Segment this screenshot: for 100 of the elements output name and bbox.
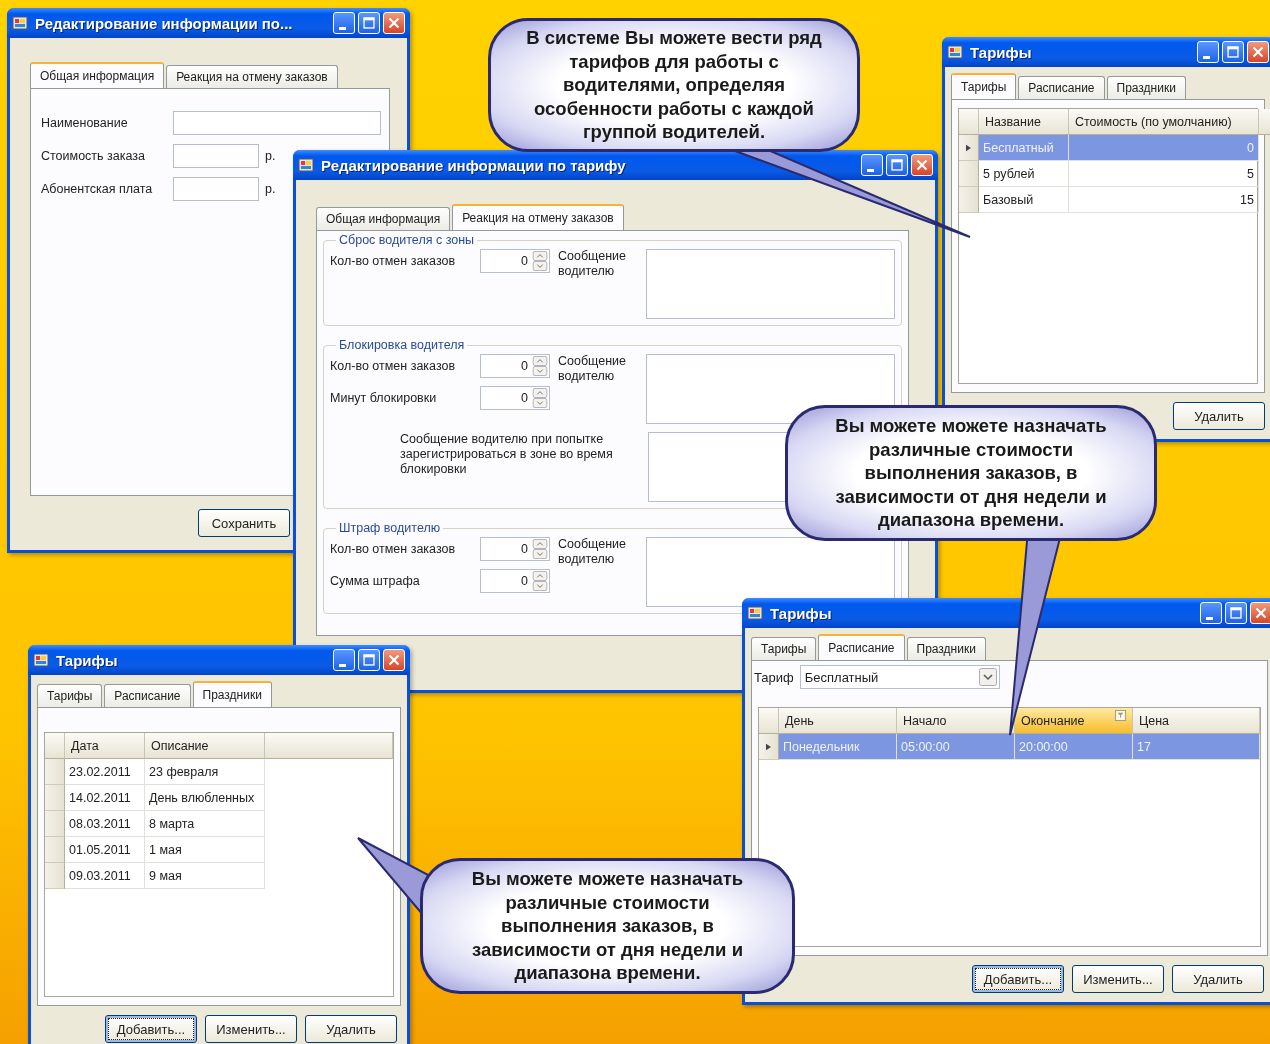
input-field[interactable] bbox=[173, 111, 381, 135]
table-cell: 15 bbox=[1069, 187, 1259, 213]
table-row[interactable]: Базовый 15 bbox=[959, 187, 1257, 213]
tab[interactable]: Расписание bbox=[818, 634, 905, 660]
unit-label: р. bbox=[264, 149, 276, 163]
column-header[interactable]: Дата bbox=[65, 733, 145, 759]
table-row[interactable]: 01.05.2011 1 мая bbox=[45, 837, 265, 863]
message-field[interactable] bbox=[646, 249, 895, 319]
tab[interactable]: Расписание bbox=[1018, 76, 1105, 99]
tab[interactable]: Праздники bbox=[1106, 76, 1186, 99]
field-label: Абонентская плата bbox=[41, 182, 154, 196]
field-label: Наименование bbox=[41, 116, 129, 130]
close-button[interactable] bbox=[383, 12, 405, 34]
tab[interactable]: Реакция на отмену заказов bbox=[452, 204, 624, 230]
tab[interactable]: Тарифы bbox=[37, 684, 103, 707]
row-header bbox=[45, 785, 65, 811]
window-title: Тарифы bbox=[970, 43, 1033, 61]
column-header[interactable]: Цена bbox=[1133, 708, 1260, 734]
combo-box[interactable]: Бесплатный bbox=[799, 665, 1000, 689]
maximize-button[interactable] bbox=[1222, 41, 1244, 63]
filter-icon bbox=[1115, 710, 1126, 721]
minimize-icon bbox=[866, 168, 874, 172]
close-button[interactable] bbox=[1250, 602, 1270, 624]
spin-arrows-icon bbox=[532, 571, 548, 591]
maximize-icon bbox=[360, 14, 378, 32]
tab[interactable]: Расписание bbox=[104, 684, 191, 707]
table-cell: 08.03.2011 bbox=[65, 811, 145, 837]
maximize-icon bbox=[1224, 43, 1242, 61]
tab[interactable]: Тарифы bbox=[951, 73, 1017, 99]
minimize-button[interactable] bbox=[1197, 41, 1219, 63]
tab[interactable]: Реакция на отмену заказов bbox=[166, 65, 338, 88]
maximize-button[interactable] bbox=[1225, 602, 1247, 624]
callout-tooltip: В системе Вы можете вести ряд тарифов для работы с водителями, определяя особенности работы с каждой группой водителей. bbox=[488, 18, 860, 152]
message-field[interactable] bbox=[646, 537, 895, 607]
dialog-button[interactable]: Изменить... bbox=[205, 1015, 297, 1043]
tab[interactable]: Общая информация bbox=[316, 207, 451, 230]
row-header bbox=[45, 759, 65, 785]
row-header bbox=[45, 811, 65, 837]
unit-label: р. bbox=[264, 182, 276, 196]
field-label: Кол-во отмен заказов bbox=[330, 359, 456, 373]
maximize-button[interactable] bbox=[358, 12, 380, 34]
number-spinner[interactable]: 0 bbox=[480, 386, 550, 410]
field-label: Минут блокировки bbox=[330, 391, 437, 405]
close-button[interactable] bbox=[1247, 41, 1269, 63]
dialog-button[interactable]: Добавить... bbox=[105, 1015, 197, 1043]
number-spinner[interactable]: 0 bbox=[480, 537, 550, 561]
input-field[interactable] bbox=[173, 177, 259, 201]
dialog-button[interactable]: Сохранить bbox=[198, 509, 290, 537]
column-header[interactable]: Название bbox=[979, 109, 1069, 135]
header-corner bbox=[45, 733, 65, 759]
table-cell: День влюбленных bbox=[145, 785, 265, 811]
table-cell: 1 мая bbox=[145, 837, 265, 863]
table-cell: 01.05.2011 bbox=[65, 837, 145, 863]
maximize-button[interactable] bbox=[886, 154, 908, 176]
table-row[interactable]: 08.03.2011 8 марта bbox=[45, 811, 265, 837]
number-spinner[interactable]: 0 bbox=[480, 354, 550, 378]
dialog-button[interactable]: Добавить... bbox=[972, 965, 1064, 993]
minimize-button[interactable] bbox=[333, 12, 355, 34]
window-title: Тарифы bbox=[56, 651, 119, 669]
dialog-button[interactable]: Удалить bbox=[305, 1015, 397, 1043]
table-cell: Базовый bbox=[979, 187, 1069, 213]
minimize-icon bbox=[338, 26, 346, 30]
table-cell: 17 bbox=[1133, 734, 1260, 760]
dialog-button[interactable]: Удалить bbox=[1173, 402, 1265, 430]
number-spinner[interactable]: 0 bbox=[480, 249, 550, 273]
column-header[interactable]: Описание bbox=[145, 733, 265, 759]
close-button[interactable] bbox=[911, 154, 933, 176]
tab[interactable]: Тарифы bbox=[751, 637, 817, 660]
number-spinner[interactable]: 0 bbox=[480, 569, 550, 593]
app-icon bbox=[947, 44, 963, 60]
group-title: Штраф водителю bbox=[338, 521, 442, 535]
close-button[interactable] bbox=[383, 649, 405, 671]
spin-arrows-icon bbox=[532, 388, 548, 408]
table-row[interactable]: 09.03.2011 9 мая bbox=[45, 863, 265, 889]
table-row[interactable]: 5 рублей 5 bbox=[959, 161, 1257, 187]
column-header[interactable]: Стоимость (по умолчанию) bbox=[1069, 109, 1259, 135]
table-row[interactable]: 23.02.2011 23 февраля bbox=[45, 759, 265, 785]
input-field[interactable] bbox=[173, 144, 259, 168]
app-icon bbox=[298, 157, 314, 173]
dialog-button[interactable]: Изменить... bbox=[1072, 965, 1164, 993]
minimize-icon bbox=[1202, 55, 1210, 59]
minimize-button[interactable] bbox=[861, 154, 883, 176]
column-header bbox=[1259, 109, 1270, 135]
column-header[interactable]: Начало bbox=[897, 708, 1015, 734]
tab[interactable]: Праздники bbox=[192, 681, 272, 707]
spin-arrows-icon bbox=[532, 251, 548, 271]
field-label: Кол-во отмен заказов bbox=[330, 542, 456, 556]
dialog-button[interactable]: Удалить bbox=[1172, 965, 1264, 993]
table-row[interactable]: 14.02.2011 День влюбленных bbox=[45, 785, 265, 811]
tab[interactable]: Праздники bbox=[906, 637, 986, 660]
minimize-button[interactable] bbox=[333, 649, 355, 671]
column-header[interactable]: Окончание bbox=[1015, 708, 1133, 734]
spin-arrows-icon bbox=[532, 356, 548, 376]
callout-tooltip: Вы можете можете назначать различные стоимости выполнения заказов, в зависимости от дня недели и диапазона времени. bbox=[785, 405, 1157, 541]
table-cell: 09.03.2011 bbox=[65, 863, 145, 889]
maximize-button[interactable] bbox=[358, 649, 380, 671]
group-title: Сброс водителя с зоны bbox=[338, 233, 476, 247]
tab[interactable]: Общая информация bbox=[30, 62, 165, 88]
column-header[interactable]: День bbox=[779, 708, 897, 734]
minimize-button[interactable] bbox=[1200, 602, 1222, 624]
